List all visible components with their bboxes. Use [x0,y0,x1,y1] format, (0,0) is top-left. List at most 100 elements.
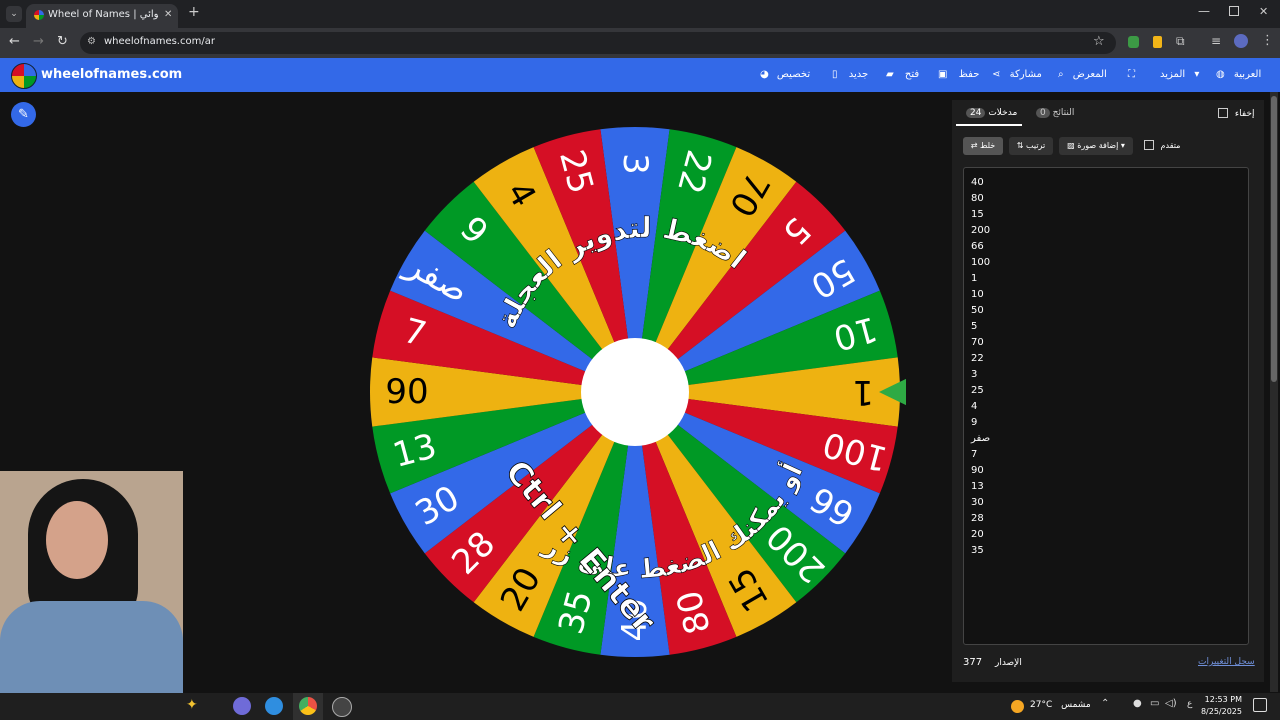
entry-line: 35 [971,545,984,556]
taskbar-app-4-icon[interactable] [332,697,352,717]
version-info: 377 الإصدار [963,657,1022,668]
person-jacket [0,601,183,693]
entry-line: 7 [971,449,978,460]
nav-language[interactable]: ◍ العربية [1216,58,1261,92]
nav-new-label: جديد [848,69,869,80]
entries-textarea[interactable]: 40 80 15 200 66 100 1 10 50 5 70 22 3 25 4 9 صفر 7 90 13 30 2… [963,167,1249,645]
reload-icon[interactable]: ↻ [57,34,68,49]
hide-checkbox[interactable] [1218,108,1228,118]
site-info-icon[interactable]: ⚙ [87,36,96,47]
back-icon[interactable]: ← [9,34,20,49]
omnibox[interactable]: ⚙ wheelofnames.com/ar ☆ [80,32,1116,54]
advanced-checkbox[interactable] [1144,140,1154,150]
advanced-label: متقدم [1160,140,1181,150]
nav-new[interactable]: ▯ جديد [832,58,868,92]
windows-taskbar: ✦ 27°C مشمس ⌃ ● ▭ ◁) ع 12:53 PM 8/25/202… [0,693,1280,720]
system-tray-chevron-icon[interactable]: ⌃ [1101,698,1109,709]
notifications-icon[interactable] [1253,698,1267,712]
nav-gallery-label: المعرض [1072,69,1107,80]
taskbar-edge-icon[interactable] [265,697,283,715]
hide-panel-toggle[interactable]: إخفاء [1218,108,1254,119]
changelog-link[interactable]: سجل التغييرات [1198,657,1255,667]
nav-more[interactable]: المزيد ▾ [1160,58,1199,92]
entry-line: 3 [971,369,978,380]
close-tab-icon[interactable]: ✕ [164,4,172,26]
tab-list-icon[interactable]: ≡ [1211,34,1221,48]
webcam-overlay-image [0,471,183,693]
volume-icon[interactable]: ◁) [1165,698,1177,709]
browser-tab-bar: ⌄ Wheel of Names | اسم العشوائي ✕ + — ✕ [0,0,1280,28]
bookmark-star-icon[interactable]: ☆ [1093,34,1105,49]
entry-line: 9 [971,417,978,428]
wheel-segment-label: 90 [385,372,428,412]
shuffle-button[interactable]: ⇄ خلط [963,137,1003,155]
entry-line: 25 [971,385,984,396]
wheel-center-hub[interactable] [581,338,689,446]
extensions-puzzle-icon[interactable]: ⧉ [1176,34,1185,49]
entry-line: 10 [971,289,984,300]
advanced-toggle[interactable]: متقدم [1144,140,1180,150]
weather-widget[interactable]: 27°C مشمس [1030,700,1091,710]
site-logo-text[interactable]: wheelofnames.com [41,58,182,92]
file-icon: ▯ [832,69,838,80]
share-icon: ⋖ [992,69,1001,80]
entries-count-badge: 24 [966,108,986,118]
weather-text: مشمس [1061,700,1091,710]
restore-icon[interactable] [1229,6,1239,16]
results-tab-label: النتائج [1052,108,1075,118]
input-language[interactable]: ع [1187,699,1192,709]
version-label: الإصدار [994,658,1022,668]
add-image-label: إضافة صورة [1077,141,1119,150]
tab-search-button[interactable]: ⌄ [6,6,22,22]
results-count-badge: 0 [1036,108,1050,118]
sort-label: ترتيب [1026,141,1046,150]
nav-customize[interactable]: ◕ تخصيص [760,58,810,92]
nav-share[interactable]: ⋖ مشاركة [992,58,1042,92]
entry-line: 13 [971,481,984,492]
close-window-icon[interactable]: ✕ [1259,5,1268,18]
site-logo-icon[interactable] [11,63,37,89]
image-icon: ▨ [1067,141,1075,150]
browser-tab[interactable]: Wheel of Names | اسم العشوائي ✕ [26,4,178,28]
nav-save-label: حفظ [958,69,980,80]
microphone-icon[interactable]: ● [1133,698,1142,709]
entry-line: صفر [971,433,991,444]
entry-line: 90 [971,465,984,476]
taskbar-app-1-icon[interactable] [233,697,251,715]
palette-icon: ◕ [760,69,769,80]
nav-open[interactable]: ▰ فتح [886,58,919,92]
site-favicon-icon [34,10,44,20]
scrollbar-thumb[interactable] [1271,96,1277,382]
nav-save[interactable]: ▣ حفظ [938,58,979,92]
page-scrollbar[interactable] [1270,92,1278,692]
sort-button[interactable]: ⇅ ترتيب [1009,137,1053,155]
globe-icon: ◍ [1216,69,1225,80]
extension-shield-icon[interactable] [1128,36,1139,48]
tab-entries[interactable]: مدخلات 24 [962,108,1017,118]
chevron-down-icon: ▾ [1120,141,1125,150]
entry-line: 200 [971,225,991,236]
nav-open-label: فتح [904,69,920,80]
nav-more-label: المزيد [1160,69,1186,80]
fullscreen-button[interactable]: ⛶ [1128,58,1135,92]
add-image-button[interactable]: ▨ إضافة صورة ▾ [1059,137,1133,155]
copilot-sparkle-icon[interactable]: ✦ [186,697,198,713]
entry-line: 28 [971,513,984,524]
minimize-icon[interactable]: — [1198,4,1210,18]
profile-avatar[interactable] [1234,34,1248,48]
entry-line: 15 [971,209,984,220]
tab-results[interactable]: النتائج 0 [1032,108,1074,118]
temperature-text: 27°C [1030,700,1053,710]
nav-gallery[interactable]: ⌕ المعرض [1058,58,1107,92]
edit-pencil-button[interactable]: ✎ [11,102,36,127]
forward-icon[interactable]: → [33,34,44,49]
entry-line: 20 [971,529,984,540]
person-face [46,501,108,579]
new-tab-button[interactable]: + [188,4,200,20]
clock[interactable]: 12:53 PM 8/25/2025 [1198,694,1242,718]
entry-line: 4 [971,401,978,412]
browser-menu-icon[interactable]: ⋮ [1261,33,1274,48]
spin-wheel[interactable]: 3 22 70550101100662001580403520283013907صف… [366,122,906,662]
network-icon[interactable]: ▭ [1150,698,1159,709]
extension-lock-icon[interactable] [1153,36,1162,48]
